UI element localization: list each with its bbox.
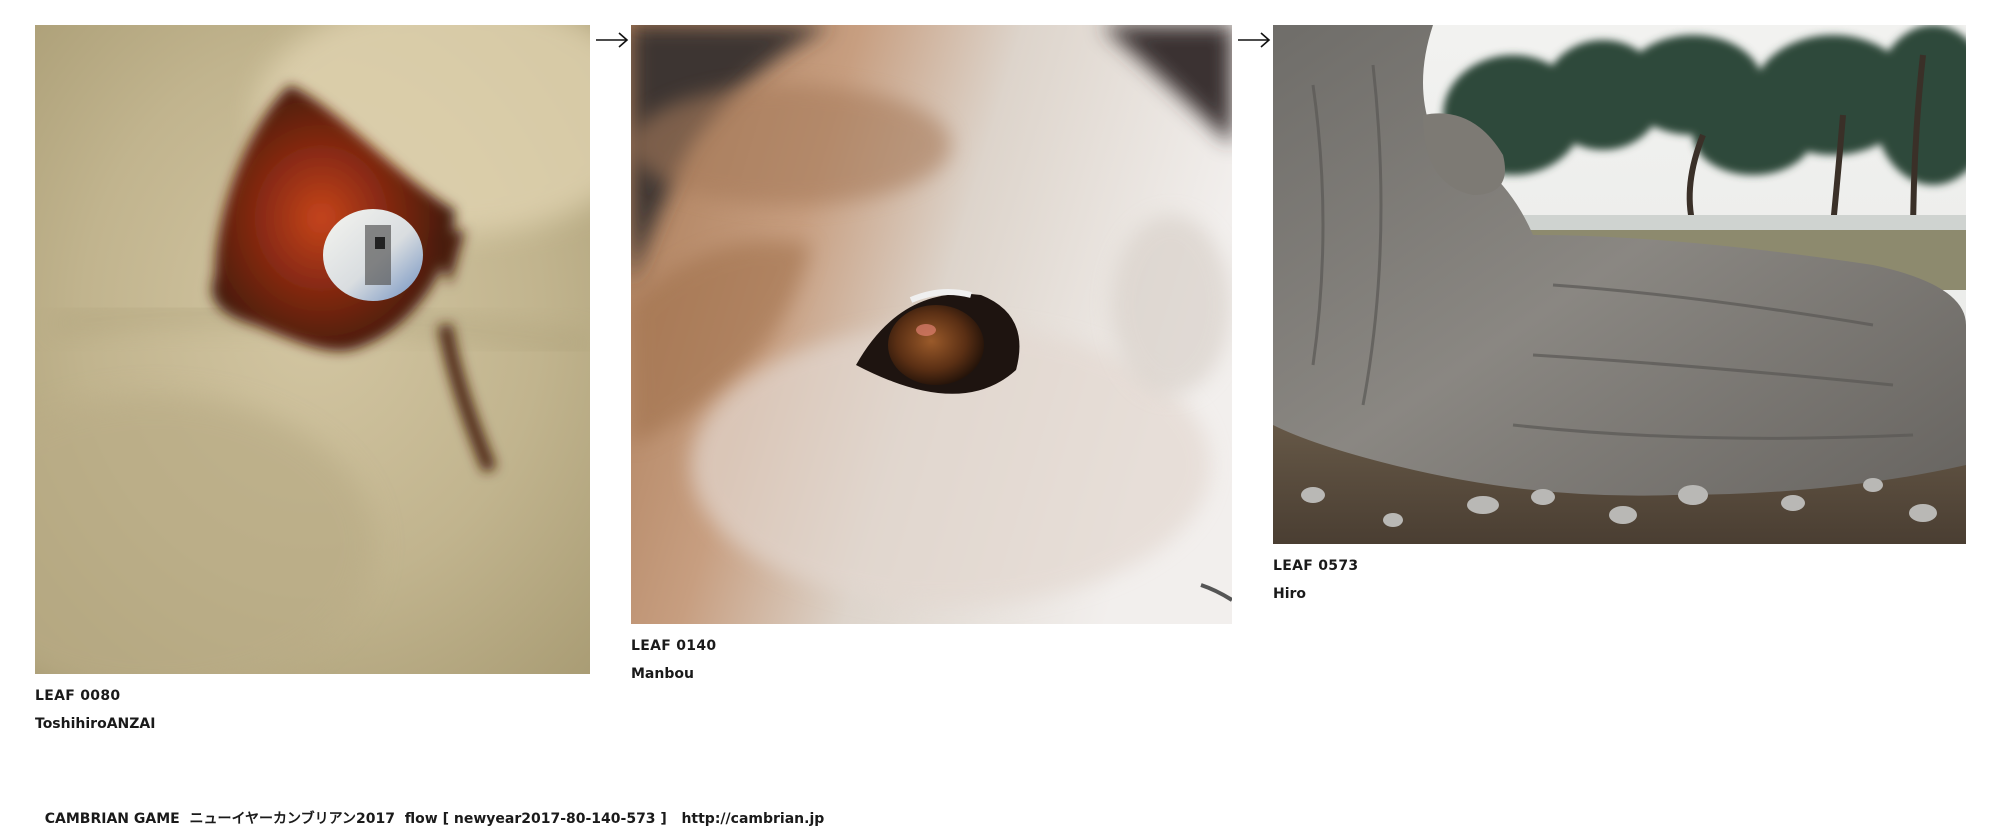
dog-eye-closeup-photo	[631, 25, 1232, 624]
leaf-id: LEAF 0080	[35, 688, 121, 704]
leaf-author: Hiro	[1273, 586, 1307, 602]
right-arrow-icon	[596, 32, 629, 48]
leaf-card-0573: LEAF 0573 Hiro	[1273, 25, 1966, 602]
footer-event-title: ニューイヤーカンブリアン2017	[189, 811, 396, 827]
leaf-card-0080: LEAF 0080 ToshihiroANZAI	[35, 25, 590, 732]
footer-flow: flow [ newyear2017-80-140-573 ]	[404, 811, 667, 827]
peephole-eye-photo	[35, 25, 590, 674]
leaf-id: LEAF 0573	[1273, 558, 1359, 574]
leaf-author: Manbou	[631, 666, 694, 682]
footer-url-link[interactable]: http://cambrian.jp	[681, 811, 824, 827]
leaf-card-0140: LEAF 0140 Manbou	[631, 25, 1232, 682]
leaf-author: ToshihiroANZAI	[35, 716, 156, 732]
leaf-id: LEAF 0140	[631, 638, 717, 654]
tree-trunk-root-park-photo	[1273, 25, 1966, 544]
footer: CAMBRIAN GAME ニューイヤーカンブリアン2017 flow [ ne…	[35, 795, 825, 827]
right-arrow-icon	[1238, 32, 1271, 48]
footer-game-title: CAMBRIAN GAME	[44, 811, 180, 827]
